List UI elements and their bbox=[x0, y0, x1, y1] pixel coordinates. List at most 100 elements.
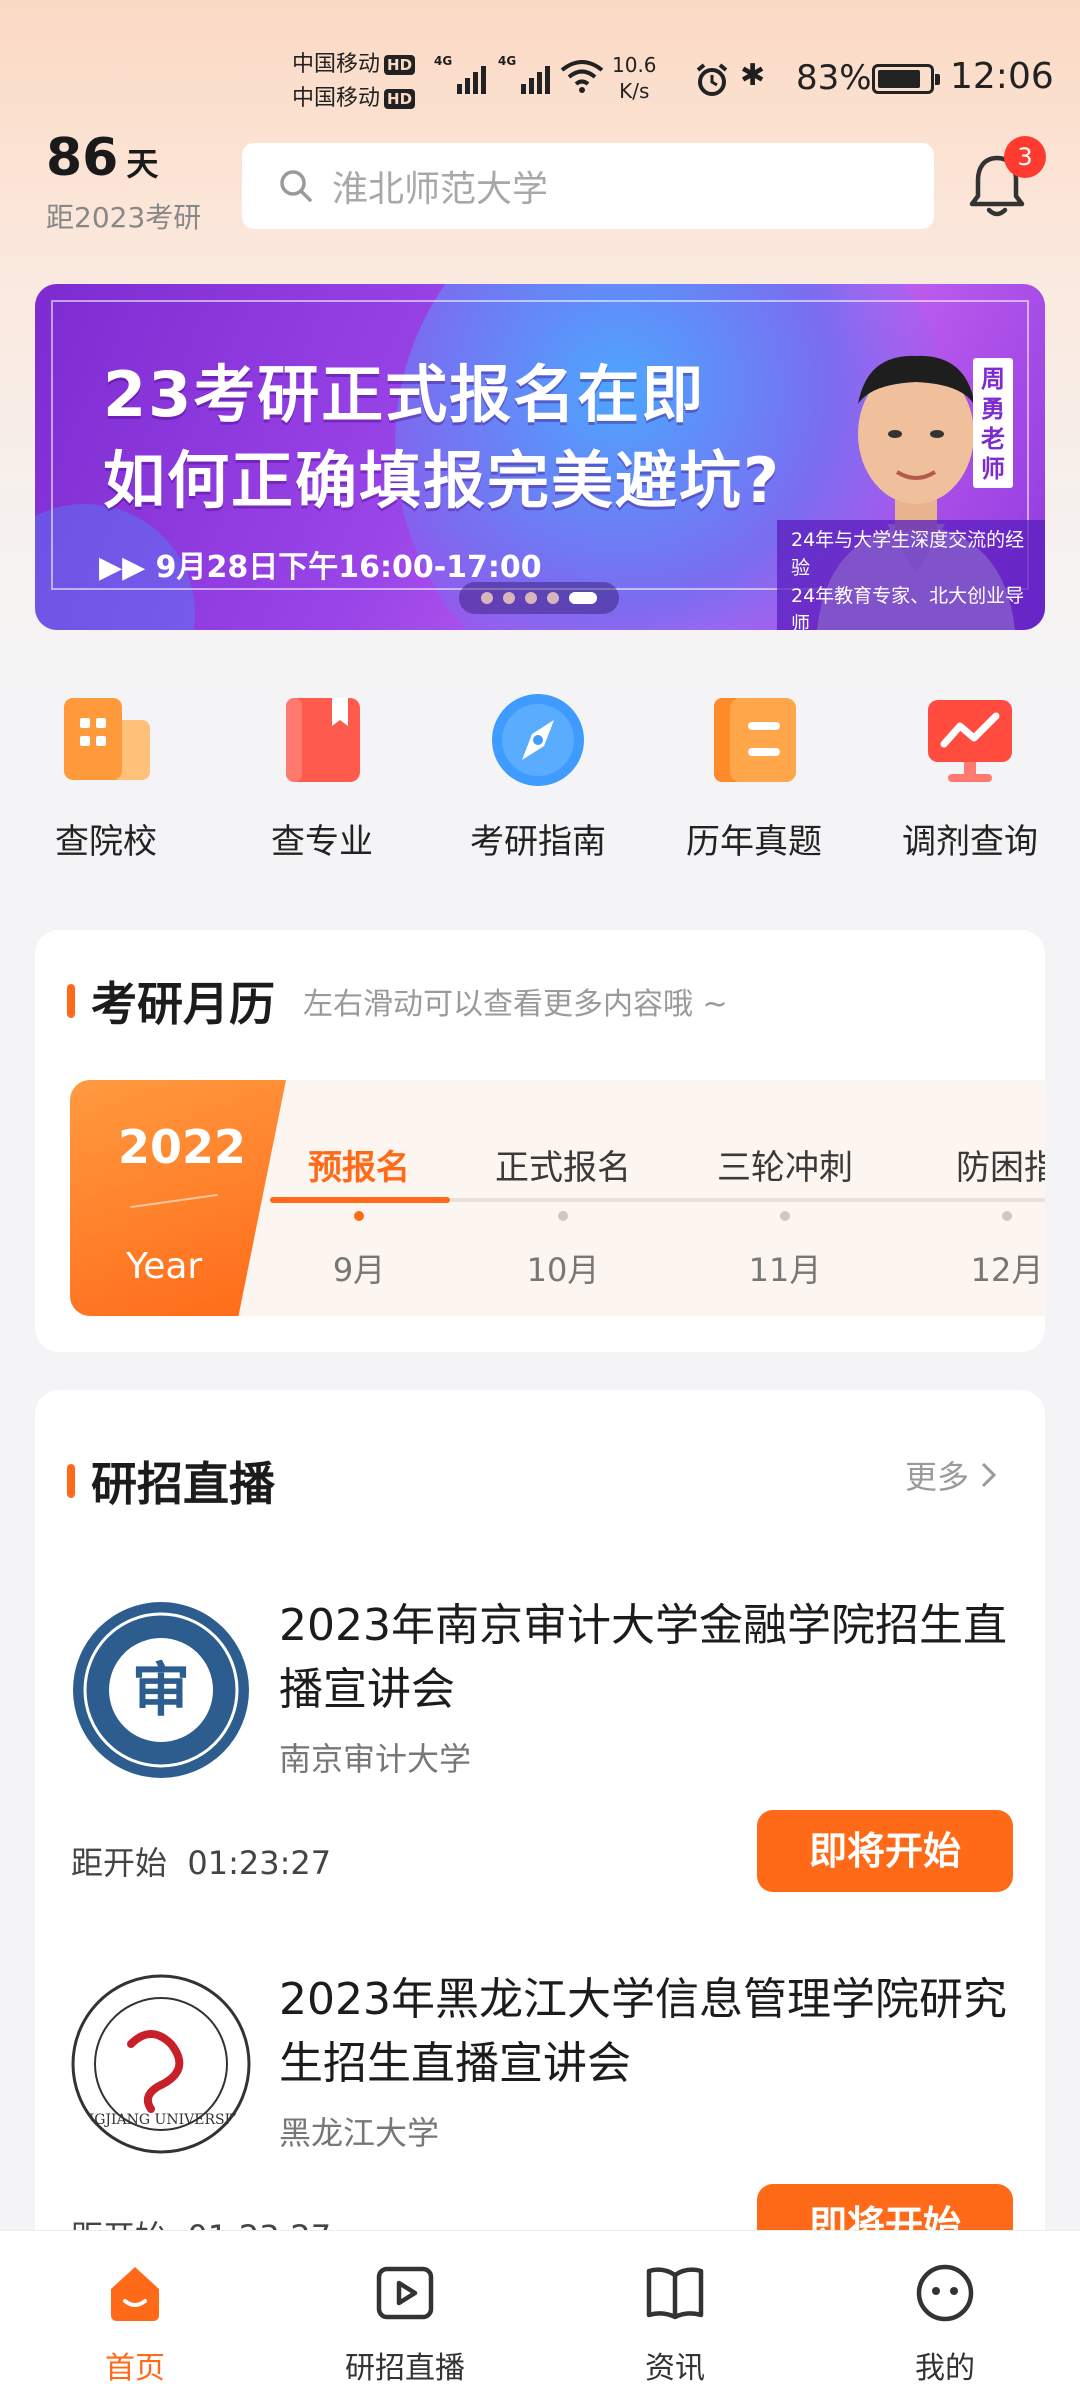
stage-label: 正式报名 bbox=[495, 1148, 631, 1188]
quick-action-schools[interactable]: 查院校 bbox=[6, 690, 206, 863]
countdown-days: 86 bbox=[46, 128, 119, 188]
svg-text:审: 审 bbox=[132, 1656, 190, 1724]
live-item-school: 南京审计大学 bbox=[279, 1740, 472, 1778]
exam-countdown: 86 天 距2023考研 bbox=[46, 128, 201, 234]
year-number: 2022 bbox=[118, 1120, 247, 1174]
teacher-name-tag: 周勇老师 bbox=[973, 358, 1013, 488]
quick-action-label: 查专业 bbox=[271, 822, 373, 862]
section-header: 考研月历 左右滑动可以查看更多内容哦 ~ bbox=[67, 968, 728, 1034]
hd-badge: HD bbox=[384, 89, 416, 109]
live-item-countdown: 距开始 01:23:27 bbox=[71, 1844, 332, 1882]
stage-month: 11月 bbox=[748, 1251, 822, 1289]
timeline-stage[interactable]: 正式报名 10月 bbox=[488, 1140, 638, 1291]
timeline-stage[interactable]: 防困指 12月 bbox=[932, 1140, 1045, 1291]
carrier-2: 中国移动 bbox=[292, 86, 381, 111]
banner-headline-2: 如何正确填报完美避坑? bbox=[103, 444, 781, 517]
hd-badge: HD bbox=[384, 55, 416, 75]
carousel-dot-active[interactable] bbox=[569, 592, 597, 604]
stage-label: 防困指 bbox=[956, 1148, 1045, 1188]
open-book-icon bbox=[646, 2267, 704, 2320]
battery-icon bbox=[872, 64, 940, 94]
live-item-title: 2023年黑龙江大学信息管理学院研究生招生直播宣讲会 bbox=[279, 1974, 1007, 2089]
quick-actions: 查院校 查专业 考研指南 历年真题 调剂查询 bbox=[0, 690, 1080, 880]
alarm-icon bbox=[696, 63, 728, 96]
papers-icon bbox=[714, 698, 796, 782]
play-icon bbox=[376, 2266, 434, 2320]
quick-action-label: 调剂查询 bbox=[902, 822, 1038, 862]
nav-label: 我的 bbox=[915, 2351, 975, 2386]
calendar-timeline[interactable]: 2022 Year 预报名 9月 正式报名 10月 三轮冲刺 11月 防困指 1… bbox=[70, 1080, 1045, 1316]
compass-icon bbox=[492, 694, 584, 786]
timeline-stage[interactable]: 三轮冲刺 11月 bbox=[710, 1140, 860, 1291]
wifi-icon bbox=[560, 60, 604, 93]
signal-icon: 4G bbox=[498, 54, 551, 94]
bottom-navigation: 首页 研招直播 资讯 我的 bbox=[0, 2230, 1080, 2400]
quick-action-past-papers[interactable]: 历年真题 bbox=[654, 690, 854, 863]
quick-action-adjustment[interactable]: 调剂查询 bbox=[870, 690, 1070, 863]
carrier-1: 中国移动 bbox=[292, 52, 381, 77]
more-link[interactable]: 更多 bbox=[905, 1452, 999, 1498]
stage-dot bbox=[780, 1211, 790, 1221]
timeline-stage[interactable]: 预报名 9月 bbox=[284, 1140, 434, 1291]
quick-action-guide[interactable]: 考研指南 bbox=[438, 690, 638, 863]
carousel-indicator bbox=[459, 582, 619, 614]
calendar-title: 考研月历 bbox=[91, 977, 275, 1031]
carousel-dot[interactable] bbox=[481, 592, 493, 604]
network-type: 4G bbox=[498, 54, 517, 68]
notification-badge: 3 bbox=[1004, 136, 1046, 178]
banner-headline-1: 23考研正式报名在即 bbox=[103, 358, 706, 431]
stage-dot bbox=[354, 1211, 364, 1221]
clock: 12:06 bbox=[950, 56, 1054, 97]
calendar-hint: 左右滑动可以查看更多内容哦 ~ bbox=[303, 987, 728, 1022]
search-placeholder: 淮北师范大学 bbox=[332, 169, 549, 210]
quick-action-label: 历年真题 bbox=[686, 822, 822, 862]
section-header: 研招直播 bbox=[67, 1448, 275, 1514]
smile-icon bbox=[916, 2264, 974, 2322]
stage-dot bbox=[1002, 1211, 1012, 1221]
nav-news[interactable]: 资讯 bbox=[575, 2261, 775, 2387]
nav-home[interactable]: 首页 bbox=[35, 2261, 235, 2387]
book-icon bbox=[286, 698, 360, 782]
signal-icon: 4G bbox=[434, 54, 487, 94]
building-icon bbox=[64, 698, 150, 780]
carousel-dot[interactable] bbox=[525, 592, 537, 604]
nav-label: 资讯 bbox=[645, 2351, 705, 2386]
carousel-dot[interactable] bbox=[503, 592, 515, 604]
quick-action-majors[interactable]: 查专业 bbox=[222, 690, 422, 863]
carousel-dot[interactable] bbox=[547, 592, 559, 604]
countdown-label: 距2023考研 bbox=[46, 201, 202, 234]
quick-action-label: 查院校 bbox=[55, 822, 157, 862]
nav-live[interactable]: 研招直播 bbox=[305, 2261, 505, 2387]
banner-subtitle: 24年与大学生深度交流的经验 24年教育专家、北大创业导师 bbox=[777, 520, 1045, 630]
live-item-school: 黑龙江大学 bbox=[279, 2114, 440, 2152]
quick-action-label: 考研指南 bbox=[470, 822, 606, 862]
nav-profile[interactable]: 我的 bbox=[845, 2261, 1045, 2387]
live-title: 研招直播 bbox=[91, 1457, 275, 1511]
stage-month: 9月 bbox=[332, 1251, 386, 1289]
live-item-title: 2023年南京审计大学金融学院招生直播宣讲会 bbox=[279, 1600, 1007, 1715]
bluetooth-icon: ✱ bbox=[740, 58, 766, 93]
battery-percentage: 83% bbox=[796, 58, 872, 98]
home-icon bbox=[111, 2267, 159, 2321]
stage-dot bbox=[558, 1211, 568, 1221]
year-label: Year bbox=[126, 1246, 203, 1287]
search-icon bbox=[280, 170, 312, 202]
section-accent bbox=[67, 1464, 75, 1498]
nav-label: 研招直播 bbox=[345, 2351, 465, 2386]
carrier-info: 中国移动 HD 中国移动 HD bbox=[292, 48, 416, 116]
school-logo: 审 bbox=[73, 1602, 249, 1778]
search-bar[interactable]: 淮北师范大学 bbox=[242, 143, 934, 229]
school-logo: HEILONGJIANG UNIVERSITY 1941 bbox=[71, 1974, 251, 2154]
network-speed: 10.6 K/s bbox=[612, 53, 657, 103]
chevron-right-icon bbox=[981, 1462, 997, 1488]
countdown-unit: 天 bbox=[126, 145, 159, 183]
stage-month: 10月 bbox=[526, 1251, 600, 1289]
upcoming-button[interactable]: 即将开始 bbox=[757, 1810, 1013, 1892]
stage-label: 三轮冲刺 bbox=[717, 1148, 853, 1188]
stage-label: 预报名 bbox=[308, 1148, 410, 1188]
promo-banner[interactable]: 23考研正式报名在即 如何正确填报完美避坑? ▶▶ 9月28日下午16:00-1… bbox=[35, 284, 1045, 630]
exam-calendar-card: 考研月历 左右滑动可以查看更多内容哦 ~ 2022 Year 预报名 9月 正式… bbox=[35, 930, 1045, 1352]
banner-date: ▶▶ 9月28日下午16:00-17:00 bbox=[99, 550, 542, 585]
stage-month: 12月 bbox=[970, 1251, 1044, 1289]
live-item[interactable]: 审 2023年南京审计大学金融学院招生直播宣讲会 南京审计大学 距开始 01:2… bbox=[35, 1600, 1045, 1940]
